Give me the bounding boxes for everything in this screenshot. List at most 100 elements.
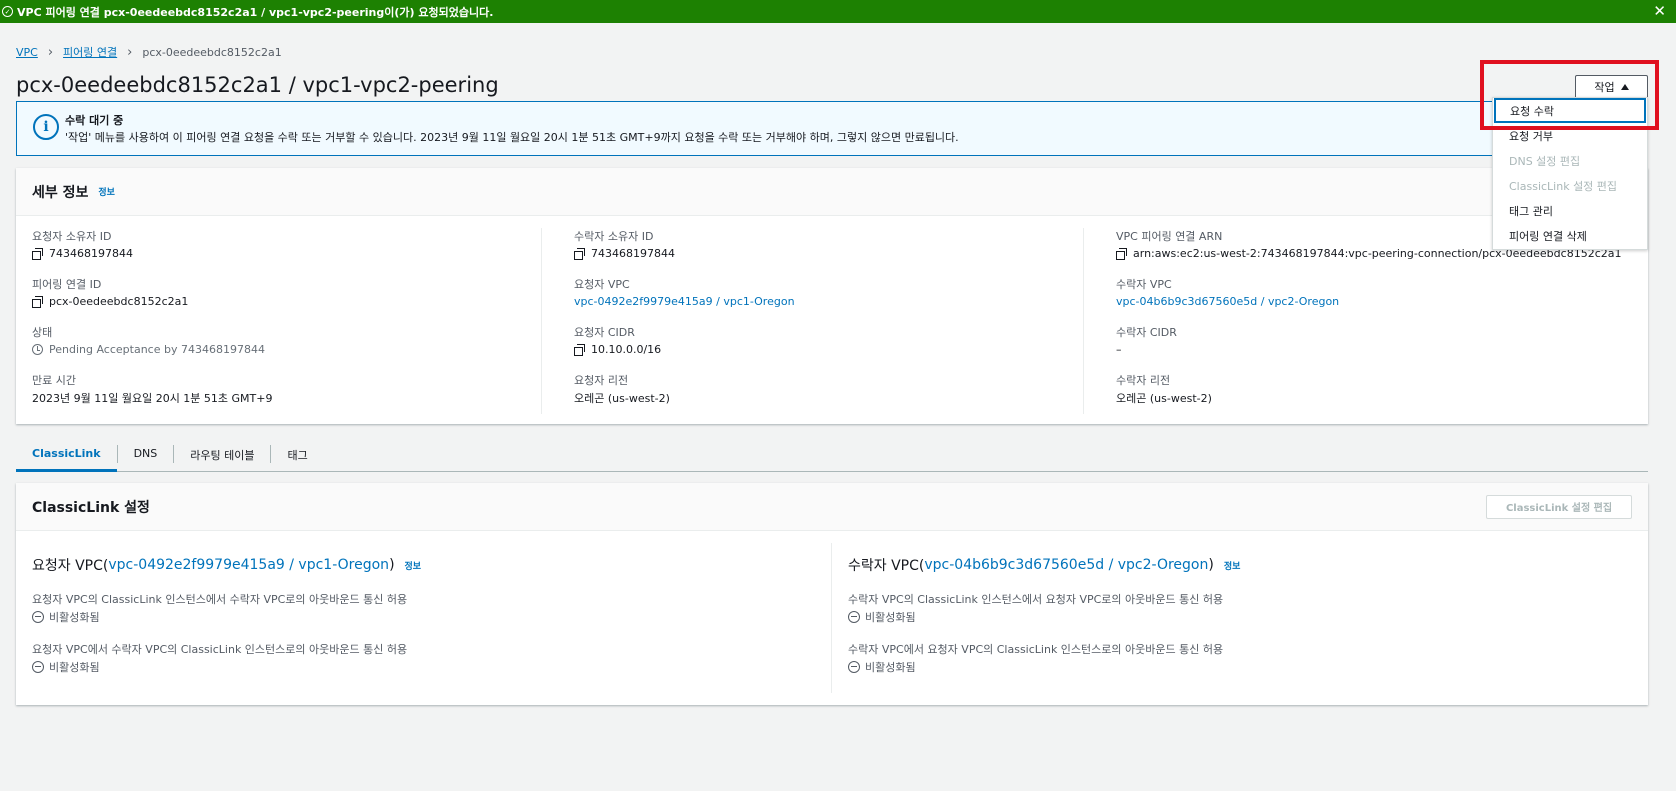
- menu-item-accept-request[interactable]: 요청 수락: [1494, 98, 1646, 123]
- field-label: 수락자 VPC의 ClassicLink 인스턴스에서 요청자 VPC로의 아웃…: [848, 593, 1224, 606]
- requester-outbound-to-classiclink: 요청자 VPC에서 수락자 VPC의 ClassicLink 인스턴스로의 아웃…: [32, 641, 812, 675]
- field-label: 요청자 VPC에서 수락자 VPC의 ClassicLink 인스턴스로의 아웃…: [32, 643, 408, 656]
- menu-item-edit-classiclink: ClassicLink 설정 편집: [1509, 179, 1618, 193]
- accepter-vpc-heading-link[interactable]: vpc-04b6b9c3d67560e5d / vpc2-Oregon: [924, 557, 1208, 573]
- accepter-vpc-link[interactable]: vpc-04b6b9c3d67560e5d / vpc2-Oregon: [1116, 293, 1636, 310]
- field-label: 요청자 VPC의 ClassicLink 인스턴스에서 수락자 VPC로의 아웃…: [32, 593, 408, 606]
- accepter-cidr-value: –: [1116, 343, 1122, 356]
- status-text: 비활성화됨: [865, 661, 916, 674]
- column-divider: [541, 228, 542, 414]
- heading-prefix: 요청자 VPC(: [32, 558, 109, 574]
- requester-classiclink-section: 요청자 VPC(vpc-0492e2f9979e415a9 / vpc1-Ore…: [32, 553, 812, 675]
- chevron-right-icon: ›: [127, 44, 133, 60]
- accepter-region-value: 오레곤 (us-west-2): [1116, 391, 1212, 405]
- classiclink-panel: ClassicLink 설정 ClassicLink 설정 편집 요청자 VPC…: [16, 483, 1648, 705]
- details-title: 세부 정보: [32, 184, 89, 201]
- page-title: pcx-0eedeebdc8152c2a1 / vpc1-vpc2-peerin…: [16, 73, 499, 97]
- menu-item-manage-tags[interactable]: 태그 관리: [1493, 198, 1647, 223]
- section-divider: [831, 543, 832, 693]
- accepter-classiclink-section: 수락자 VPC(vpc-04b6b9c3d67560e5d / vpc2-Ore…: [848, 553, 1628, 675]
- tab-classiclink[interactable]: ClassicLink: [16, 442, 117, 472]
- copy-icon[interactable]: [32, 248, 43, 260]
- clock-icon: [32, 344, 43, 355]
- heading-prefix: 수락자 VPC(: [848, 558, 925, 574]
- field-label: 피어링 연결 ID: [32, 278, 102, 291]
- disabled-status-icon: [32, 661, 44, 673]
- menu-item-edit-dns: DNS 설정 편집: [1509, 154, 1581, 168]
- alert-title: 수락 대기 중: [65, 114, 124, 127]
- column-divider: [1083, 228, 1084, 414]
- disabled-status-icon: [32, 611, 44, 623]
- disabled-status-icon: [848, 611, 860, 623]
- field-label: 수락자 VPC: [1116, 278, 1172, 291]
- accepter-outbound-from-classiclink: 수락자 VPC의 ClassicLink 인스턴스에서 요청자 VPC로의 아웃…: [848, 591, 1628, 625]
- copy-icon[interactable]: [574, 344, 585, 356]
- peering-id-value: pcx-0eedeebdc8152c2a1: [49, 295, 189, 308]
- field-label: 요청자 VPC: [574, 278, 630, 291]
- status-text: 비활성화됨: [49, 611, 100, 624]
- accepter-vpc-field: 수락자 VPC vpc-04b6b9c3d67560e5d / vpc2-Ore…: [1116, 276, 1636, 310]
- field-label: 요청자 소유자 ID: [32, 230, 112, 243]
- field-label: 수락자 CIDR: [1116, 326, 1177, 339]
- status-field: 상태 Pending Acceptance by 743468197844: [32, 324, 552, 358]
- copy-icon[interactable]: [574, 248, 585, 260]
- requester-cidr-field: 요청자 CIDR 10.10.0.0/16: [574, 324, 1094, 358]
- expiry-value: 2023년 9월 11일 월요일 20시 1분 51초 GMT+9: [32, 391, 273, 405]
- field-label: 요청자 CIDR: [574, 326, 635, 339]
- accepter-owner-value: 743468197844: [591, 247, 675, 260]
- close-icon[interactable]: ✕: [1653, 2, 1666, 20]
- requester-vpc-heading: 요청자 VPC(vpc-0492e2f9979e415a9 / vpc1-Ore…: [32, 553, 812, 577]
- caret-up-icon: [1620, 84, 1629, 90]
- breadcrumb: VPC › 피어링 연결 › pcx-0eedeebdc8152c2a1: [16, 44, 282, 60]
- requester-region-field: 요청자 리전 오레곤 (us-west-2): [574, 372, 1094, 406]
- requester-owner-field: 요청자 소유자 ID 743468197844: [32, 228, 552, 262]
- copy-icon[interactable]: [1116, 248, 1127, 260]
- breadcrumb-vpc-link[interactable]: VPC: [16, 46, 38, 59]
- classiclink-header: ClassicLink 설정 ClassicLink 설정 편집: [16, 483, 1648, 531]
- requester-vpc-field: 요청자 VPC vpc-0492e2f9979e415a9 / vpc1-Ore…: [574, 276, 1094, 310]
- disabled-status-icon: [848, 661, 860, 673]
- requester-vpc-heading-link[interactable]: vpc-0492e2f9979e415a9 / vpc1-Oregon: [108, 557, 389, 573]
- peering-id-field: 피어링 연결 ID pcx-0eedeebdc8152c2a1: [32, 276, 552, 310]
- chevron-right-icon: ›: [47, 44, 54, 60]
- details-panel: 세부 정보 정보 요청자 소유자 ID 743468197844 피어링 연결 …: [16, 168, 1648, 424]
- tab-dns[interactable]: DNS: [118, 442, 174, 472]
- status-value: Pending Acceptance by 743468197844: [49, 343, 265, 356]
- actions-label: 작업: [1594, 81, 1615, 94]
- menu-item-reject-request[interactable]: 요청 거부: [1493, 123, 1647, 148]
- requester-vpc-link[interactable]: vpc-0492e2f9979e415a9 / vpc1-Oregon: [574, 293, 1094, 310]
- flash-message: VPC 피어링 연결 pcx-0eedeebdc8152c2a1 / vpc1-…: [17, 5, 494, 19]
- success-flashbar: ✓ VPC 피어링 연결 pcx-0eedeebdc8152c2a1 / vpc…: [0, 0, 1676, 23]
- menu-item-delete-peering[interactable]: 피어링 연결 삭제: [1493, 223, 1647, 248]
- heading-suffix: ): [389, 557, 395, 573]
- info-link[interactable]: 정보: [1224, 559, 1241, 572]
- breadcrumb-peering-link[interactable]: 피어링 연결: [63, 44, 117, 60]
- expiry-field: 만료 시간 2023년 9월 11일 월요일 20시 1분 51초 GMT+9: [32, 372, 552, 406]
- accepter-region-field: 수락자 리전 오레곤 (us-west-2): [1116, 372, 1636, 406]
- field-label: 수락자 VPC에서 요청자 VPC의 ClassicLink 인스턴스로의 아웃…: [848, 643, 1224, 656]
- details-header: 세부 정보 정보: [16, 168, 1648, 216]
- field-label: 요청자 리전: [574, 374, 629, 387]
- requester-cidr-value: 10.10.0.0/16: [591, 343, 662, 356]
- requester-owner-value: 743468197844: [49, 247, 133, 260]
- details-column-2: 수락자 소유자 ID 743468197844 요청자 VPC vpc-0492…: [574, 228, 1094, 420]
- actions-dropdown-button[interactable]: 작업: [1575, 75, 1648, 99]
- tab-tags[interactable]: 태그: [271, 442, 323, 472]
- info-icon: i: [33, 114, 59, 140]
- heading-suffix: ): [1208, 557, 1214, 573]
- field-label: 만료 시간: [32, 374, 76, 387]
- status-text: 비활성화됨: [49, 661, 100, 674]
- requester-outbound-from-classiclink: 요청자 VPC의 ClassicLink 인스턴스에서 수락자 VPC로의 아웃…: [32, 591, 812, 625]
- details-column-3: VPC 피어링 연결 ARN arn:aws:ec2:us-west-2:743…: [1116, 228, 1636, 420]
- accepter-cidr-field: 수락자 CIDR –: [1116, 324, 1636, 358]
- accepter-vpc-heading: 수락자 VPC(vpc-04b6b9c3d67560e5d / vpc2-Ore…: [848, 553, 1628, 577]
- info-link[interactable]: 정보: [405, 559, 422, 572]
- accepter-owner-field: 수락자 소유자 ID 743468197844: [574, 228, 1094, 262]
- info-link[interactable]: 정보: [98, 185, 115, 198]
- check-circle-icon: ✓: [2, 6, 13, 17]
- edit-classiclink-button: ClassicLink 설정 편집: [1486, 494, 1632, 519]
- tab-bar: ClassicLink DNS 라우팅 테이블 태그: [16, 442, 1648, 472]
- requester-region-value: 오레곤 (us-west-2): [574, 391, 670, 405]
- tab-route-tables[interactable]: 라우팅 테이블: [174, 442, 270, 472]
- copy-icon[interactable]: [32, 296, 43, 308]
